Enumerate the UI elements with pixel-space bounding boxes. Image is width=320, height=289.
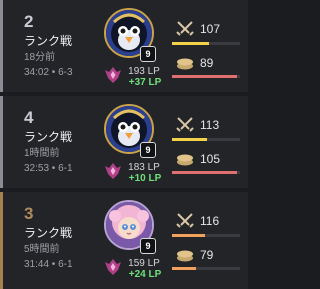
game-mode-label: ランク戦 [24, 226, 73, 240]
crossed-swords-icon [176, 117, 194, 132]
duration-stage: 31:44 • 6-1 [24, 259, 73, 270]
damage-value: 107 [200, 22, 221, 36]
gold-bar [172, 267, 240, 270]
gold-bar-fill [172, 171, 237, 174]
damage-value: 116 [200, 214, 220, 228]
placement-accent-bar [0, 192, 3, 289]
lp-total: 193 LP [128, 66, 160, 77]
placement-accent-bar [0, 0, 3, 92]
lp-total: 159 LP [128, 258, 160, 269]
match-card[interactable]: 2 ランク戦 18分前 34:02 • 6-3 9 193 LP +37 LP [0, 0, 248, 92]
lp-change: +10 LP [128, 173, 162, 184]
gold-bar [172, 171, 240, 174]
crossed-swords-icon [176, 21, 194, 36]
damage-bar [172, 42, 240, 45]
match-card[interactable]: 4 ランク戦 1時間前 32:53 • 6-1 9 183 LP +10 LP [0, 96, 248, 188]
time-ago: 5時間前 [24, 244, 60, 255]
gold-coins-icon [177, 250, 193, 262]
damage-bar-fill [172, 234, 205, 237]
level-badge: 9 [140, 238, 156, 254]
time-ago: 18分前 [24, 52, 56, 63]
gold-bar-fill [172, 75, 237, 78]
gold-coins-icon [177, 58, 193, 70]
damage-bar [172, 138, 240, 141]
rank-emblem-icon [105, 163, 121, 179]
match-card[interactable]: 3 ランク戦 5時間前 31:44 • 6-1 9 159 LP +24 LP … [0, 192, 248, 289]
game-mode-label: ランク戦 [24, 130, 73, 144]
rank-emblem-icon [105, 67, 121, 83]
gold-bar [172, 75, 240, 78]
level-badge: 9 [140, 142, 156, 158]
crossed-swords-icon [176, 213, 194, 228]
damage-value: 113 [200, 118, 220, 132]
rank-emblem-icon [105, 259, 121, 275]
duration-stage: 32:53 • 6-1 [24, 163, 73, 174]
placement-number: 4 [24, 108, 34, 127]
damage-bar [172, 234, 240, 237]
time-ago: 1時間前 [24, 148, 60, 159]
match-history-list: 2 ランク戦 18分前 34:02 • 6-3 9 193 LP +37 LP [0, 0, 248, 289]
duration-stage: 34:02 • 6-3 [24, 67, 73, 78]
lp-change: +24 LP [128, 269, 162, 280]
damage-bar-fill [172, 138, 208, 141]
game-mode-label: ランク戦 [24, 34, 73, 48]
lp-total: 183 LP [128, 162, 160, 173]
gold-value: 105 [200, 152, 221, 166]
gold-coins-icon [177, 154, 193, 166]
gold-bar-fill [172, 267, 196, 270]
level-badge: 9 [140, 46, 156, 62]
lp-change: +37 LP [128, 77, 162, 88]
gold-value: 79 [200, 248, 214, 262]
placement-number: 2 [24, 12, 34, 31]
placement-accent-bar [0, 96, 3, 188]
damage-bar-fill [172, 42, 210, 45]
gold-value: 89 [200, 56, 214, 70]
placement-number: 3 [24, 204, 34, 223]
